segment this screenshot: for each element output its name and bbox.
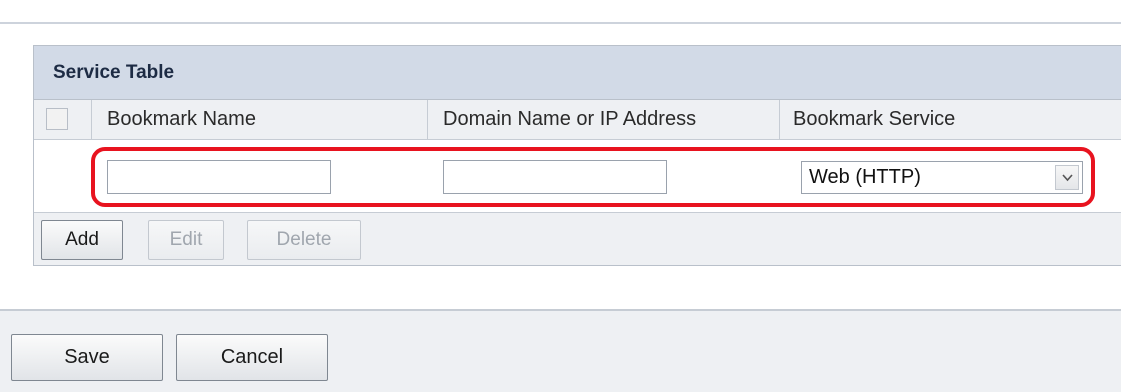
select-all-checkbox[interactable] [46, 108, 68, 130]
bookmark-service-select[interactable]: Web (HTTP) [801, 161, 1083, 194]
top-divider [0, 0, 1121, 24]
column-header-bookmark-service: Bookmark Service [779, 100, 1121, 139]
add-button[interactable]: Add [41, 220, 123, 260]
service-table: Service Table Bookmark Name Domain Name … [33, 45, 1121, 266]
bookmark-name-input[interactable] [107, 160, 331, 194]
cancel-button[interactable]: Cancel [176, 334, 328, 381]
save-button[interactable]: Save [11, 334, 163, 381]
bookmark-service-selected-value: Web (HTTP) [809, 166, 921, 188]
column-header-domain: Domain Name or IP Address [427, 100, 779, 139]
column-header-bookmark-name: Bookmark Name [91, 100, 427, 139]
service-table-title: Service Table [34, 46, 1121, 100]
table-header-row: Bookmark Name Domain Name or IP Address … [34, 100, 1121, 140]
table-row: Web (HTTP) [34, 140, 1121, 213]
table-button-bar: Add Edit Delete [34, 213, 1121, 266]
edit-button[interactable]: Edit [148, 220, 224, 260]
delete-button[interactable]: Delete [247, 220, 361, 260]
chevron-down-icon[interactable] [1055, 165, 1079, 190]
footer-bar: Save Cancel [0, 309, 1121, 392]
domain-input[interactable] [443, 160, 667, 194]
header-check-cell [34, 100, 91, 139]
